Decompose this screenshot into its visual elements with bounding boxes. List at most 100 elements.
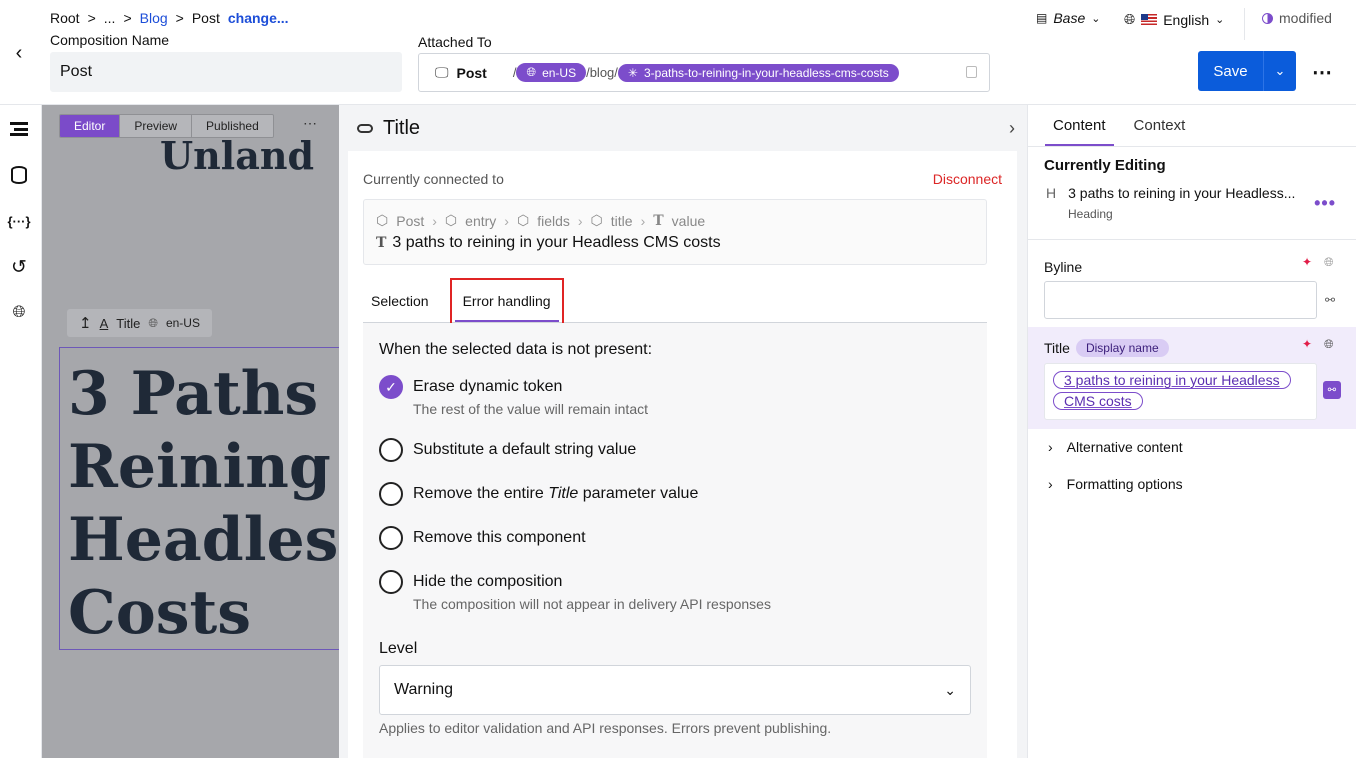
save-button[interactable]: Save (1198, 51, 1263, 91)
connected-label: Currently connected to (363, 171, 504, 187)
component-menu-icon[interactable]: ••• (1314, 193, 1336, 214)
option-erase-token[interactable]: ✓ Erase dynamic token The rest of the val… (379, 375, 648, 417)
option-substitute-default[interactable]: Substitute a default string value (379, 438, 636, 462)
link-icon[interactable]: ⚯ (1323, 381, 1341, 399)
level-label: Level (379, 640, 418, 657)
base-selector[interactable]: ▤ Base ⌄ (1036, 10, 1100, 26)
option-description: The rest of the value will remain intact (413, 401, 648, 417)
slug-pill-label: 3-paths-to-reining-in-your-headless-cms-… (643, 65, 889, 80)
properties-sidebar: Content Context Currently Editing H 3 pa… (1027, 105, 1356, 758)
formatting-options-label: Formatting options (1066, 476, 1183, 492)
braces-icon[interactable]: {···} (7, 209, 31, 233)
current-item-title: 3 paths to reining in your Headless... (1068, 185, 1296, 201)
path-item: title (610, 212, 633, 229)
locale-pill[interactable]: 🌐︎ en-US (516, 63, 587, 82)
title-line: 3 Paths T (68, 359, 339, 429)
slug-pill[interactable]: ✳ 3-paths-to-reining-in-your-headless-cms… (617, 63, 899, 82)
crumb-ellipsis[interactable]: ... (104, 10, 116, 26)
panel-tabs: Selection Error handling (363, 278, 987, 327)
asterisk-icon: ✳ (627, 65, 638, 80)
attached-to-label: Attached To (418, 34, 492, 50)
database-icon[interactable] (7, 163, 31, 187)
magic-wand-icon[interactable]: ✦ (1302, 337, 1312, 351)
option-label-emphasis: Title (548, 485, 579, 502)
title-label: Title (1044, 340, 1070, 356)
dynamic-token[interactable]: 3 paths to reining in your Headless (1053, 371, 1291, 389)
globe-icon[interactable]: 🌐︎ (1324, 255, 1334, 270)
locale-pill-label: en-US (542, 65, 577, 80)
attached-to-field[interactable]: 🖵 Post / 🌐︎ en-US /blog/ ✳ 3-paths-to-rein… (418, 53, 990, 92)
crumb-root[interactable]: Root (50, 10, 80, 26)
monitor-icon: 🖵 (435, 64, 449, 80)
radio-button[interactable] (379, 526, 403, 550)
toolbar-title: Title (116, 315, 141, 331)
disconnect-button[interactable]: Disconnect (933, 171, 1002, 187)
divider (1244, 8, 1245, 40)
option-remove-parameter[interactable]: Remove the entire Title parameter value (379, 482, 698, 506)
path-item: entry (465, 212, 497, 229)
crumb-separator: > (175, 10, 184, 26)
history-icon[interactable]: ↺ (7, 255, 31, 279)
globe-icon[interactable]: 🌐︎ (1324, 337, 1334, 352)
radio-button[interactable] (379, 482, 403, 506)
tab-context[interactable]: Context (1126, 105, 1194, 146)
option-hide-composition[interactable]: Hide the composition The composition will… (379, 570, 771, 612)
composition-name-input[interactable]: Post (50, 52, 402, 92)
globe-icon: 🌐︎ (148, 315, 158, 330)
view-more-icon[interactable]: ⋯ (303, 115, 318, 132)
current-item-type: Heading (1068, 207, 1113, 221)
dynamic-token[interactable]: CMS costs (1053, 392, 1143, 410)
title-input[interactable]: 3 paths to reining in your Headless CMS … (1044, 363, 1317, 420)
arrow-up-icon[interactable]: ↥ (79, 314, 92, 332)
path-item: value (671, 212, 706, 229)
attached-type: Post (456, 64, 487, 81)
tab-selection[interactable]: Selection (363, 283, 437, 322)
path-chevron-icon: › (640, 212, 646, 229)
chevron-down-icon: ⌄ (1215, 14, 1225, 26)
formatting-options-expander[interactable]: › Formatting options (1048, 476, 1183, 492)
level-help-text: Applies to editor validation and API res… (379, 720, 832, 736)
tab-content[interactable]: Content (1045, 105, 1114, 146)
save-options-chevron-icon[interactable]: ⌄ (1263, 51, 1296, 91)
crumb-blog[interactable]: Blog (140, 10, 168, 26)
panel-title: Title (383, 116, 421, 139)
path-value: T 3 paths to reining in your Headless CMS… (376, 234, 974, 252)
partial-heading: Unland (160, 133, 315, 178)
tab-error-handling[interactable]: Error handling (449, 278, 564, 327)
status-label: modified (1279, 10, 1332, 26)
globe-icon[interactable]: 🌐︎ (7, 301, 31, 325)
display-name-badge: Display name (1075, 339, 1169, 357)
level-select[interactable]: Warning ⌄ (379, 665, 971, 715)
left-nav: {···} ↺ 🌐︎ (0, 105, 42, 758)
change-link[interactable]: change... (228, 10, 289, 26)
chevron-right-icon[interactable]: › (1009, 118, 1015, 139)
radio-button[interactable] (379, 438, 403, 462)
path-segment: /blog/ (586, 65, 618, 80)
layers-icon[interactable] (7, 117, 31, 141)
radio-button[interactable] (379, 570, 403, 594)
title-line: Headless (68, 505, 339, 575)
link-icon[interactable]: ⚯ (1325, 293, 1335, 307)
option-remove-component[interactable]: Remove this component (379, 526, 586, 550)
more-options-icon[interactable]: ⋯ (1312, 60, 1333, 85)
path-chevron-icon: › (577, 212, 583, 229)
language-selector[interactable]: 🌐︎ English ⌄ (1124, 11, 1224, 28)
hexagon-icon: ⬡ (590, 212, 603, 228)
half-circle-icon (1262, 12, 1273, 24)
back-arrow-icon[interactable]: ‹ (6, 40, 32, 66)
path-chevron-icon: › (432, 212, 437, 229)
parameter-panel: Title › Currently connected to Disconnec… (339, 105, 1027, 758)
checkmark-icon[interactable]: ✓ (379, 375, 403, 399)
chevron-right-icon: › (1048, 439, 1053, 455)
alternative-content-expander[interactable]: › Alternative content (1048, 439, 1183, 455)
tab-editor[interactable]: Editor (60, 115, 121, 137)
chevron-right-icon: › (1048, 476, 1053, 492)
title-component[interactable]: 3 Paths T Reining Headless Costs (59, 347, 339, 650)
crumb-separator: > (87, 10, 96, 26)
copy-icon[interactable] (966, 66, 977, 78)
title-parameter: Title Display name ✦ 🌐︎ 3 paths to reini… (1028, 327, 1356, 429)
magic-wand-icon[interactable]: ✦ (1302, 255, 1312, 269)
byline-input[interactable] (1044, 281, 1317, 319)
hexagon-icon: ⬡ (444, 212, 458, 228)
byline-label: Byline (1044, 259, 1083, 275)
